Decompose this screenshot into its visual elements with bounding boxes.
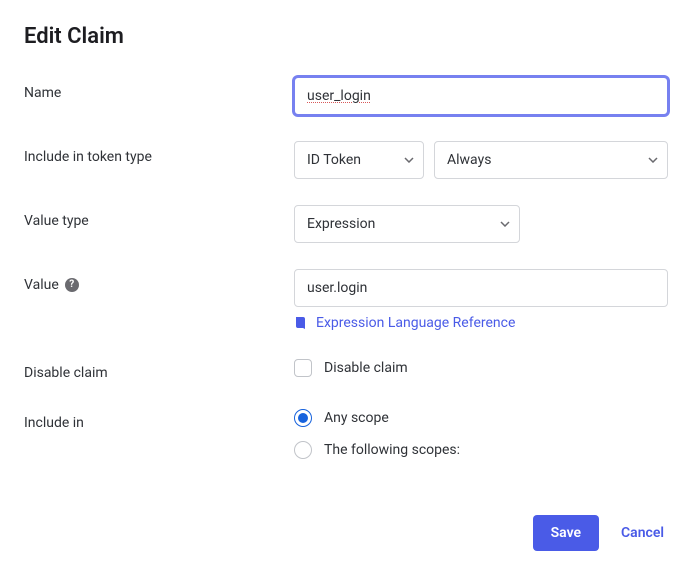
value-label: Value (24, 277, 59, 293)
row-name: Name (24, 77, 668, 115)
name-input[interactable] (294, 77, 668, 115)
expression-lang-ref-text: Expression Language Reference (316, 315, 515, 331)
disable-claim-label: Disable claim (24, 357, 294, 381)
include-in-any-radio[interactable] (294, 409, 312, 427)
token-type-select[interactable]: ID Token (294, 141, 424, 179)
include-in-following-radio[interactable] (294, 441, 312, 459)
disable-claim-checkbox[interactable] (294, 359, 312, 377)
help-icon[interactable]: ? (65, 278, 79, 292)
value-type-select[interactable]: Expression (294, 205, 520, 243)
token-when-select[interactable]: Always (434, 141, 668, 179)
include-in-label: Include in (24, 407, 294, 431)
value-type-label: Value type (24, 205, 294, 229)
name-label: Name (24, 77, 294, 101)
page-title: Edit Claim (24, 24, 668, 49)
book-icon (294, 316, 308, 330)
save-button[interactable]: Save (533, 515, 599, 551)
include-in-following-text: The following scopes: (324, 442, 460, 458)
footer: Save Cancel (24, 515, 668, 551)
include-in-any-text: Any scope (324, 410, 389, 426)
expression-lang-ref-link[interactable]: Expression Language Reference (294, 315, 668, 331)
row-include-in: Include in Any scope The following scope… (24, 407, 668, 461)
row-value: Value ? Expression Language Reference (24, 269, 668, 331)
value-input[interactable] (294, 269, 668, 307)
cancel-button[interactable]: Cancel (621, 525, 664, 541)
row-disable-claim: Disable claim Disable claim (24, 357, 668, 381)
row-include-token-type: Include in token type ID Token Always (24, 141, 668, 179)
disable-claim-option-text: Disable claim (324, 360, 408, 376)
row-value-type: Value type Expression (24, 205, 668, 243)
include-token-type-label: Include in token type (24, 141, 294, 165)
